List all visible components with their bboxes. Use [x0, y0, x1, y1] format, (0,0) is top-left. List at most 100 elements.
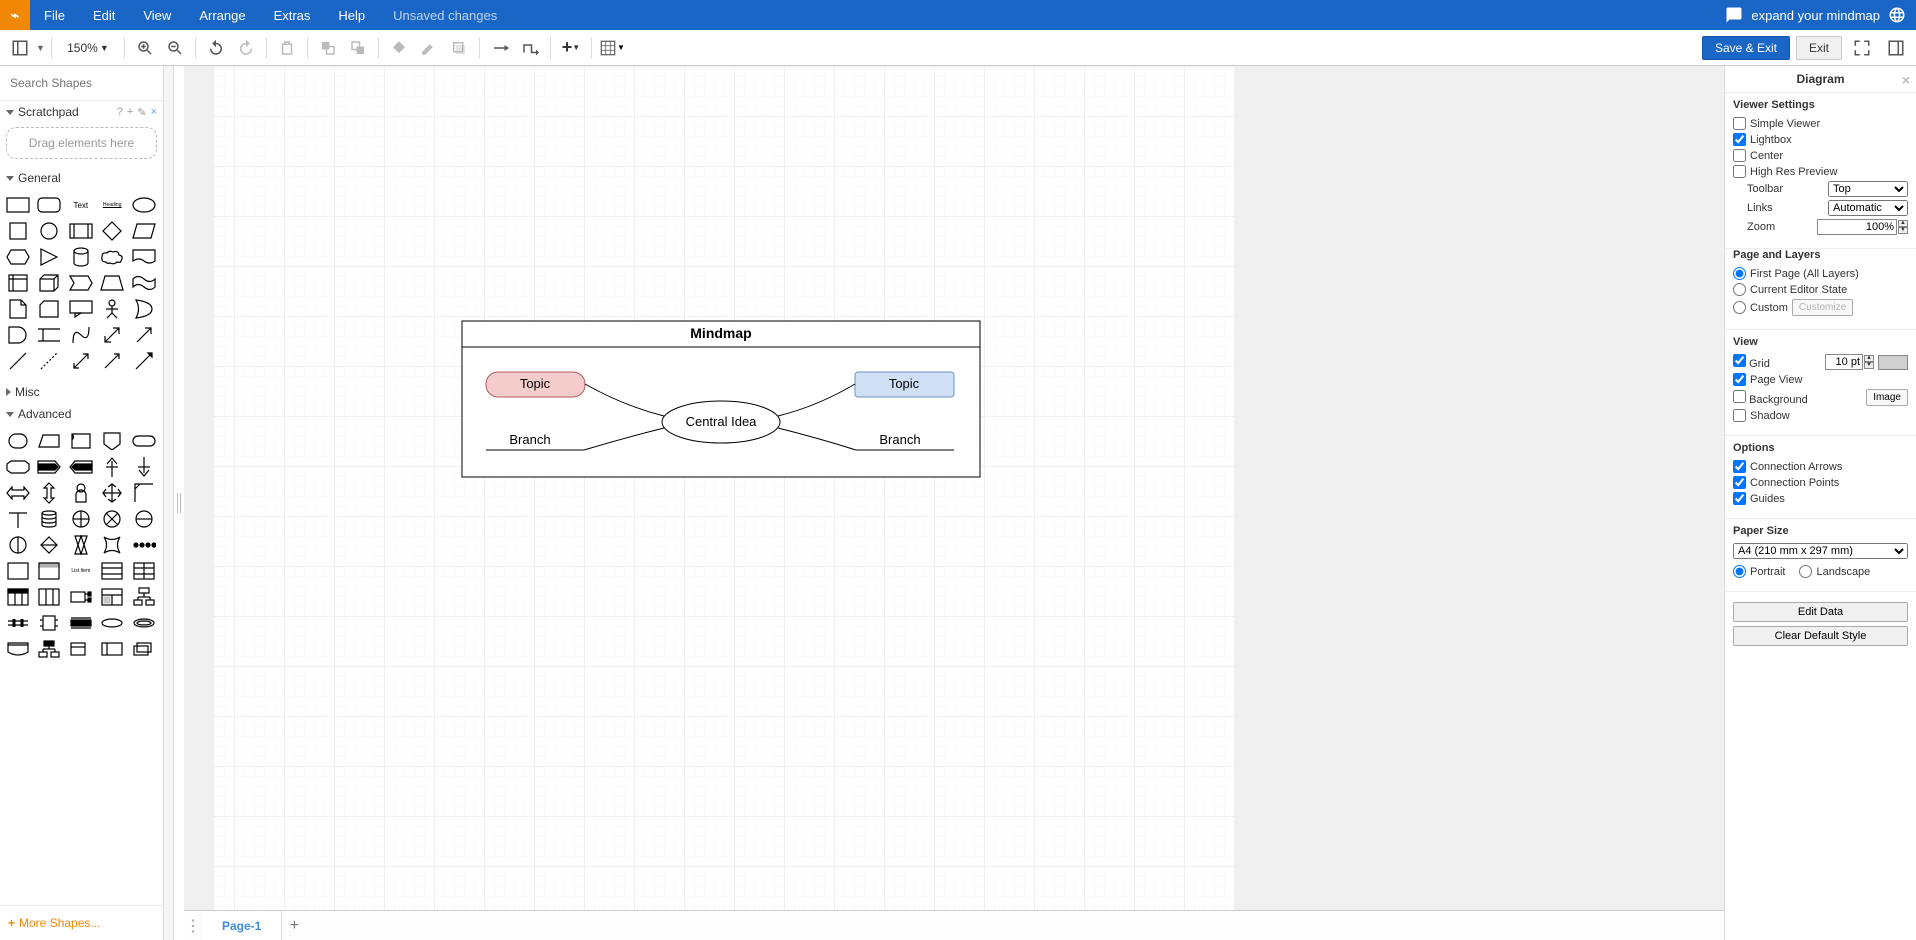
simple-viewer-checkbox[interactable]: Simple Viewer	[1733, 117, 1820, 130]
to-back-button[interactable]	[344, 34, 372, 62]
app-logo[interactable]: ⌁	[0, 0, 30, 30]
shape-or[interactable]	[130, 297, 158, 321]
expand-mindmap-link[interactable]: expand your mindmap	[1751, 8, 1880, 23]
shape-heading[interactable]: Heading	[98, 193, 126, 217]
shadow-button[interactable]	[445, 34, 473, 62]
adv-shape-27[interactable]	[35, 559, 63, 583]
shape-step[interactable]	[67, 271, 95, 295]
grid-checkbox[interactable]: Grid	[1733, 354, 1770, 370]
adv-shape-6[interactable]	[4, 455, 32, 479]
shape-actor[interactable]	[98, 297, 126, 321]
canvas[interactable]: Mindmap Central Idea Topic Topic Branch	[184, 66, 1724, 910]
format-panel-close[interactable]: ×	[1902, 72, 1910, 88]
menu-help[interactable]: Help	[324, 0, 379, 30]
paper-size-select[interactable]: A4 (210 mm x 297 mm)	[1733, 543, 1908, 559]
adv-shape-11[interactable]	[4, 481, 32, 505]
adv-shape-31[interactable]	[35, 585, 63, 609]
adv-shape-10[interactable]	[130, 455, 158, 479]
first-page-radio[interactable]: First Page (All Layers)	[1733, 267, 1859, 280]
shape-line[interactable]	[4, 349, 32, 373]
line-color-button[interactable]	[415, 34, 443, 62]
globe-icon[interactable]	[1888, 6, 1906, 24]
adv-shape-24[interactable]	[98, 533, 126, 557]
adv-shape-42[interactable]	[67, 637, 95, 661]
adv-shape-28[interactable]	[98, 559, 126, 583]
adv-shape-19[interactable]	[98, 507, 126, 531]
scratchpad-header[interactable]: Scratchpad ? + ✎ ×	[0, 101, 163, 123]
adv-shape-22[interactable]	[35, 533, 63, 557]
adv-shape-8[interactable]	[67, 455, 95, 479]
guides-checkbox[interactable]: Guides	[1733, 492, 1785, 505]
adv-shape-listitem[interactable]: List Item	[67, 559, 95, 583]
adv-shape-18[interactable]	[67, 507, 95, 531]
zoom-input[interactable]	[1817, 219, 1897, 235]
links-select[interactable]: Automatic	[1828, 200, 1908, 216]
grid-size-input[interactable]	[1825, 354, 1863, 370]
customize-button[interactable]: Customize	[1792, 299, 1853, 316]
background-image-button[interactable]: Image	[1866, 389, 1908, 406]
adv-shape-1[interactable]	[4, 429, 32, 453]
adv-shape-3[interactable]	[67, 429, 95, 453]
shape-biarrow[interactable]	[98, 323, 126, 347]
undo-button[interactable]	[202, 34, 230, 62]
highres-checkbox[interactable]: High Res Preview	[1733, 165, 1837, 178]
adv-shape-25[interactable]	[130, 533, 158, 557]
zoom-out-button[interactable]	[161, 34, 189, 62]
adv-shape-26[interactable]	[4, 559, 32, 583]
zoom-down[interactable]: ▼	[1898, 227, 1908, 234]
shape-datastore[interactable]	[35, 323, 63, 347]
lightbox-checkbox[interactable]: Lightbox	[1733, 133, 1792, 146]
zoom-display[interactable]: 150%▼	[58, 41, 118, 55]
fullscreen-button[interactable]	[1848, 34, 1876, 62]
adv-shape-33[interactable]	[98, 585, 126, 609]
shape-cloud[interactable]	[98, 245, 126, 269]
shadow-checkbox[interactable]: Shadow	[1733, 409, 1790, 422]
waypoint-button[interactable]	[516, 34, 544, 62]
shape-roundrect[interactable]	[35, 193, 63, 217]
landscape-radio[interactable]: Landscape	[1799, 565, 1870, 578]
shape-cube[interactable]	[35, 271, 63, 295]
shape-note[interactable]	[4, 297, 32, 321]
clear-default-style-button[interactable]: Clear Default Style	[1733, 626, 1908, 646]
menu-edit[interactable]: Edit	[79, 0, 129, 30]
shape-diamond[interactable]	[98, 219, 126, 243]
scratchpad-close-icon[interactable]: ×	[151, 106, 157, 119]
adv-shape-43[interactable]	[98, 637, 126, 661]
adv-shape-29[interactable]	[130, 559, 158, 583]
shape-trapezoid[interactable]	[98, 271, 126, 295]
background-checkbox[interactable]: Background	[1733, 390, 1808, 406]
adv-shape-13[interactable]	[67, 481, 95, 505]
adv-shape-39[interactable]	[130, 611, 158, 635]
shape-card[interactable]	[35, 297, 63, 321]
adv-shape-34[interactable]	[130, 585, 158, 609]
scratchpad-help-icon[interactable]: ?	[117, 106, 123, 119]
adv-shape-17[interactable]	[35, 507, 63, 531]
shape-hexagon[interactable]	[4, 245, 32, 269]
section-misc[interactable]: Misc	[0, 381, 163, 403]
page-tabs-menu[interactable]: ⋮	[184, 916, 202, 936]
delete-button[interactable]	[273, 34, 301, 62]
shape-process[interactable]	[67, 219, 95, 243]
adv-shape-14[interactable]	[98, 481, 126, 505]
shape-line-bi[interactable]	[67, 349, 95, 373]
search-shapes-input[interactable]	[6, 72, 164, 94]
grid-up[interactable]: ▲	[1864, 355, 1874, 362]
center-checkbox[interactable]: Center	[1733, 149, 1783, 162]
adv-shape-21[interactable]	[4, 533, 32, 557]
adv-shape-4[interactable]	[98, 429, 126, 453]
comment-icon[interactable]	[1725, 6, 1743, 24]
shape-and[interactable]	[4, 323, 32, 347]
portrait-radio[interactable]: Portrait	[1733, 565, 1785, 578]
menu-arrange[interactable]: Arrange	[185, 0, 259, 30]
shape-tape[interactable]	[130, 271, 158, 295]
to-front-button[interactable]	[314, 34, 342, 62]
format-panel-toggle[interactable]	[1882, 34, 1910, 62]
adv-shape-41[interactable]	[35, 637, 63, 661]
adv-shape-7[interactable]	[35, 455, 63, 479]
adv-shape-15[interactable]	[130, 481, 158, 505]
shape-cylinder[interactable]	[67, 245, 95, 269]
adv-shape-16[interactable]	[4, 507, 32, 531]
fill-color-button[interactable]	[385, 34, 413, 62]
menu-file[interactable]: File	[30, 0, 79, 30]
adv-shape-36[interactable]	[35, 611, 63, 635]
